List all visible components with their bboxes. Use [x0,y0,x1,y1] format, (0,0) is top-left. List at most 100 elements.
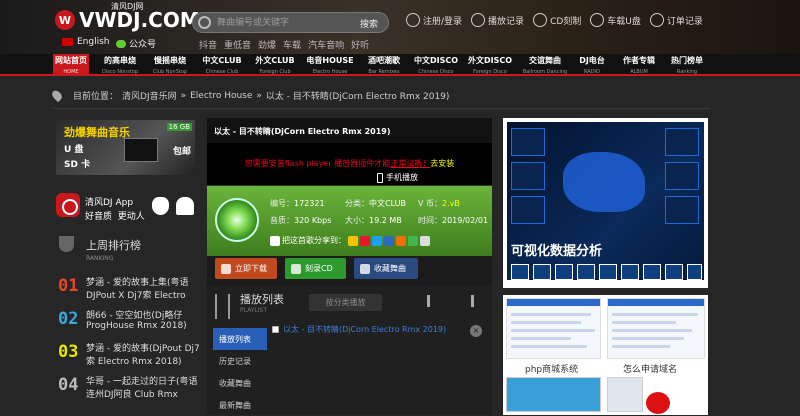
uk-flag-icon [62,38,73,46]
ranking-item[interactable]: 03 梦涵 - 爱的故事(DjPout Dj7 索 Electro Rmx 20… [56,341,201,371]
nav-electro-house[interactable]: 电音HOUSE Electro House [303,54,357,76]
android-icon[interactable] [176,197,194,215]
app-promo[interactable]: 清风DJ App 好音质 更动人 [56,193,195,223]
promo-image [506,377,601,412]
nav-ranking[interactable]: 热门榜单 Ranking [667,54,707,76]
hot-keyword[interactable]: 劲爆 [258,38,276,51]
divider [53,108,710,109]
label: 音质： [270,216,294,225]
shop-system-ad[interactable]: php商城系统 怎么申请域名 [503,295,708,415]
apple-icon[interactable] [152,197,169,215]
cd-icon [533,13,548,27]
nav-sublabel: Foreign Disco [473,69,507,75]
data-visualization-ad[interactable]: 可视化数据分析 [503,118,708,288]
wechat-link[interactable]: 公众号 [116,37,156,50]
nav-sublabel: Bar Remixes [368,69,400,75]
cd-burn-link[interactable]: CD刻制 [533,13,581,27]
nav-chinese-disco[interactable]: 中文DISCO Chinese Disco [412,54,460,76]
play-history-link[interactable]: 播放记录 [471,13,524,27]
nav-bar-remixes[interactable]: 酒吧潮歌 Bar Remixes [362,54,406,76]
playlist-row[interactable]: 以太 - 目不转睛(DjCorn Electro Rmx 2019) [272,324,482,340]
hot-keyword[interactable]: 车载 [283,38,301,51]
ranking-subtitle: RANKING [86,255,114,262]
hot-keyword[interactable]: 重低音 [224,38,251,51]
breadcrumb-track: 以太 - 目不转睛(DjCorn Electro Rmx 2019) [265,92,450,102]
rank-number: 04 [58,375,79,395]
track-date: 时间：2019/02/01 [418,215,488,226]
screenshot-line [612,337,684,340]
more-share-icon[interactable] [420,235,430,246]
nav-label: 交谊舞曲 [529,56,561,65]
screenshot-line [612,313,698,316]
row-checkbox[interactable] [272,326,279,333]
rank-line1: 朗66 - 空空如也(Dj略仔 [86,311,183,321]
search-input[interactable] [217,16,357,30]
mobile-play-link[interactable]: 手机播放 [377,172,418,183]
track-coin: V 币：2.vB [418,198,460,209]
close-icon[interactable]: × [470,325,482,337]
qzone-share-icon[interactable] [348,235,358,246]
nav-album[interactable]: 作者专辑 ALBUM [617,54,661,76]
search-icon [198,16,211,29]
tab-favorites[interactable]: 收藏舞曲 [213,372,267,394]
logo-mark: W [55,10,75,30]
weibo-share-icon[interactable] [360,235,370,246]
wechat-share-icon[interactable] [408,235,418,246]
ranking-item[interactable]: 01 梦涵 - 爱的故事上集(粤语 DJPout X Dj7索 Electro [56,275,201,305]
breadcrumb-category[interactable]: Electro House [190,91,252,101]
nav-club-nonstop[interactable]: 慢摇串烧 Club NonStop [148,54,192,76]
download-icon [221,263,231,274]
douban-share-icon[interactable] [396,235,406,246]
hot-keyword[interactable]: 抖音 [199,38,217,51]
nav-radio[interactable]: DJ电台 RADIO [574,54,610,76]
tencent-share-icon[interactable] [372,235,382,246]
orders-link[interactable]: 订单记录 [649,13,703,27]
tab-latest[interactable]: 最新舞曲 [213,394,267,416]
nav-disco-nonstop[interactable]: 的高串烧 Disco Nonstop [99,54,141,76]
ad-thumbnail [533,264,551,280]
cd-burn-label: CD刻制 [550,16,582,27]
play-mode-button[interactable]: 按分类播放 [309,294,382,311]
usb-promo-banner[interactable]: 劲爆舞曲音乐 U 盘 SD 卡 16 GB 包邮 [56,120,195,175]
label: V 币： [418,199,443,208]
usb-link[interactable]: 车载U盘 [590,13,641,27]
search-button[interactable]: 搜索 [360,17,378,30]
nav-home[interactable]: 网站首页 HOME [53,54,89,76]
nav-chinese-club[interactable]: 中文CLUB Chinese Club [200,54,244,76]
player-panel: 以太 - 目不转睛(DjCorn Electro Rmx 2019) 您需要安装… [207,118,492,415]
renren-share-icon[interactable] [384,235,394,246]
screenshot-line [511,321,581,324]
ranking-item[interactable]: 04 华哥 - 一起走过的日子(粤语 连州DJ阿良 Club Rmx [56,374,201,404]
nav-label: 外文DISCO [467,56,513,65]
prev-track-icon[interactable] [427,295,441,307]
playlist-title: 播放列表 [240,293,284,306]
flash-install-link[interactable]: 去安装 [430,159,454,168]
burn-cd-button[interactable]: 刻录CD [285,258,346,279]
download-button[interactable]: 立即下载 [215,258,277,279]
breadcrumb-prefix: 目前位置： [73,92,119,102]
user-links: 注册/登录 播放记录 CD刻制 车载U盘 订单记录 [406,13,712,27]
login-link[interactable]: 注册/登录 [406,13,462,27]
ad-thumbnail [643,264,661,280]
ranking-item[interactable]: 02 朗66 - 空空如也(Dj略仔 ProgHouse Rmx 2018) [56,308,201,338]
favorite-button[interactable]: 收藏舞曲 [354,258,418,279]
nav-sublabel: Ballroom Dancing [522,69,568,75]
site-logo[interactable]: W VWDJ.COM [55,8,200,32]
hot-keyword[interactable]: 汽车音响 [308,38,344,51]
nav-foreign-club[interactable]: 外文CLUB Foreign Club [251,54,299,76]
tab-history[interactable]: 历史记录 [213,350,267,372]
nav-sublabel: Club NonStop [152,69,188,75]
tab-playlist[interactable]: 播放列表 [213,328,267,350]
nav-ballroom[interactable]: 交谊舞曲 Ballroom Dancing [520,54,570,76]
next-track-icon[interactable] [460,295,474,307]
value: 320 Kbps [294,216,332,225]
playlist-items: 以太 - 目不转睛(DjCorn Electro Rmx 2019) × [272,324,482,415]
hot-keyword[interactable]: 好听 [351,38,369,51]
nav-sublabel: Disco Nonstop [101,69,138,75]
breadcrumb-site[interactable]: 清风DJ音乐网 [122,89,177,102]
language-switch[interactable]: English [62,37,110,47]
ad-caption: php商城系统 [525,365,579,375]
share-bar: 把这首歌分享到： [270,235,430,246]
playlist-subtitle: PLAYLIST [240,307,267,314]
nav-foreign-disco[interactable]: 外文DISCO Foreign Disco [466,54,514,76]
